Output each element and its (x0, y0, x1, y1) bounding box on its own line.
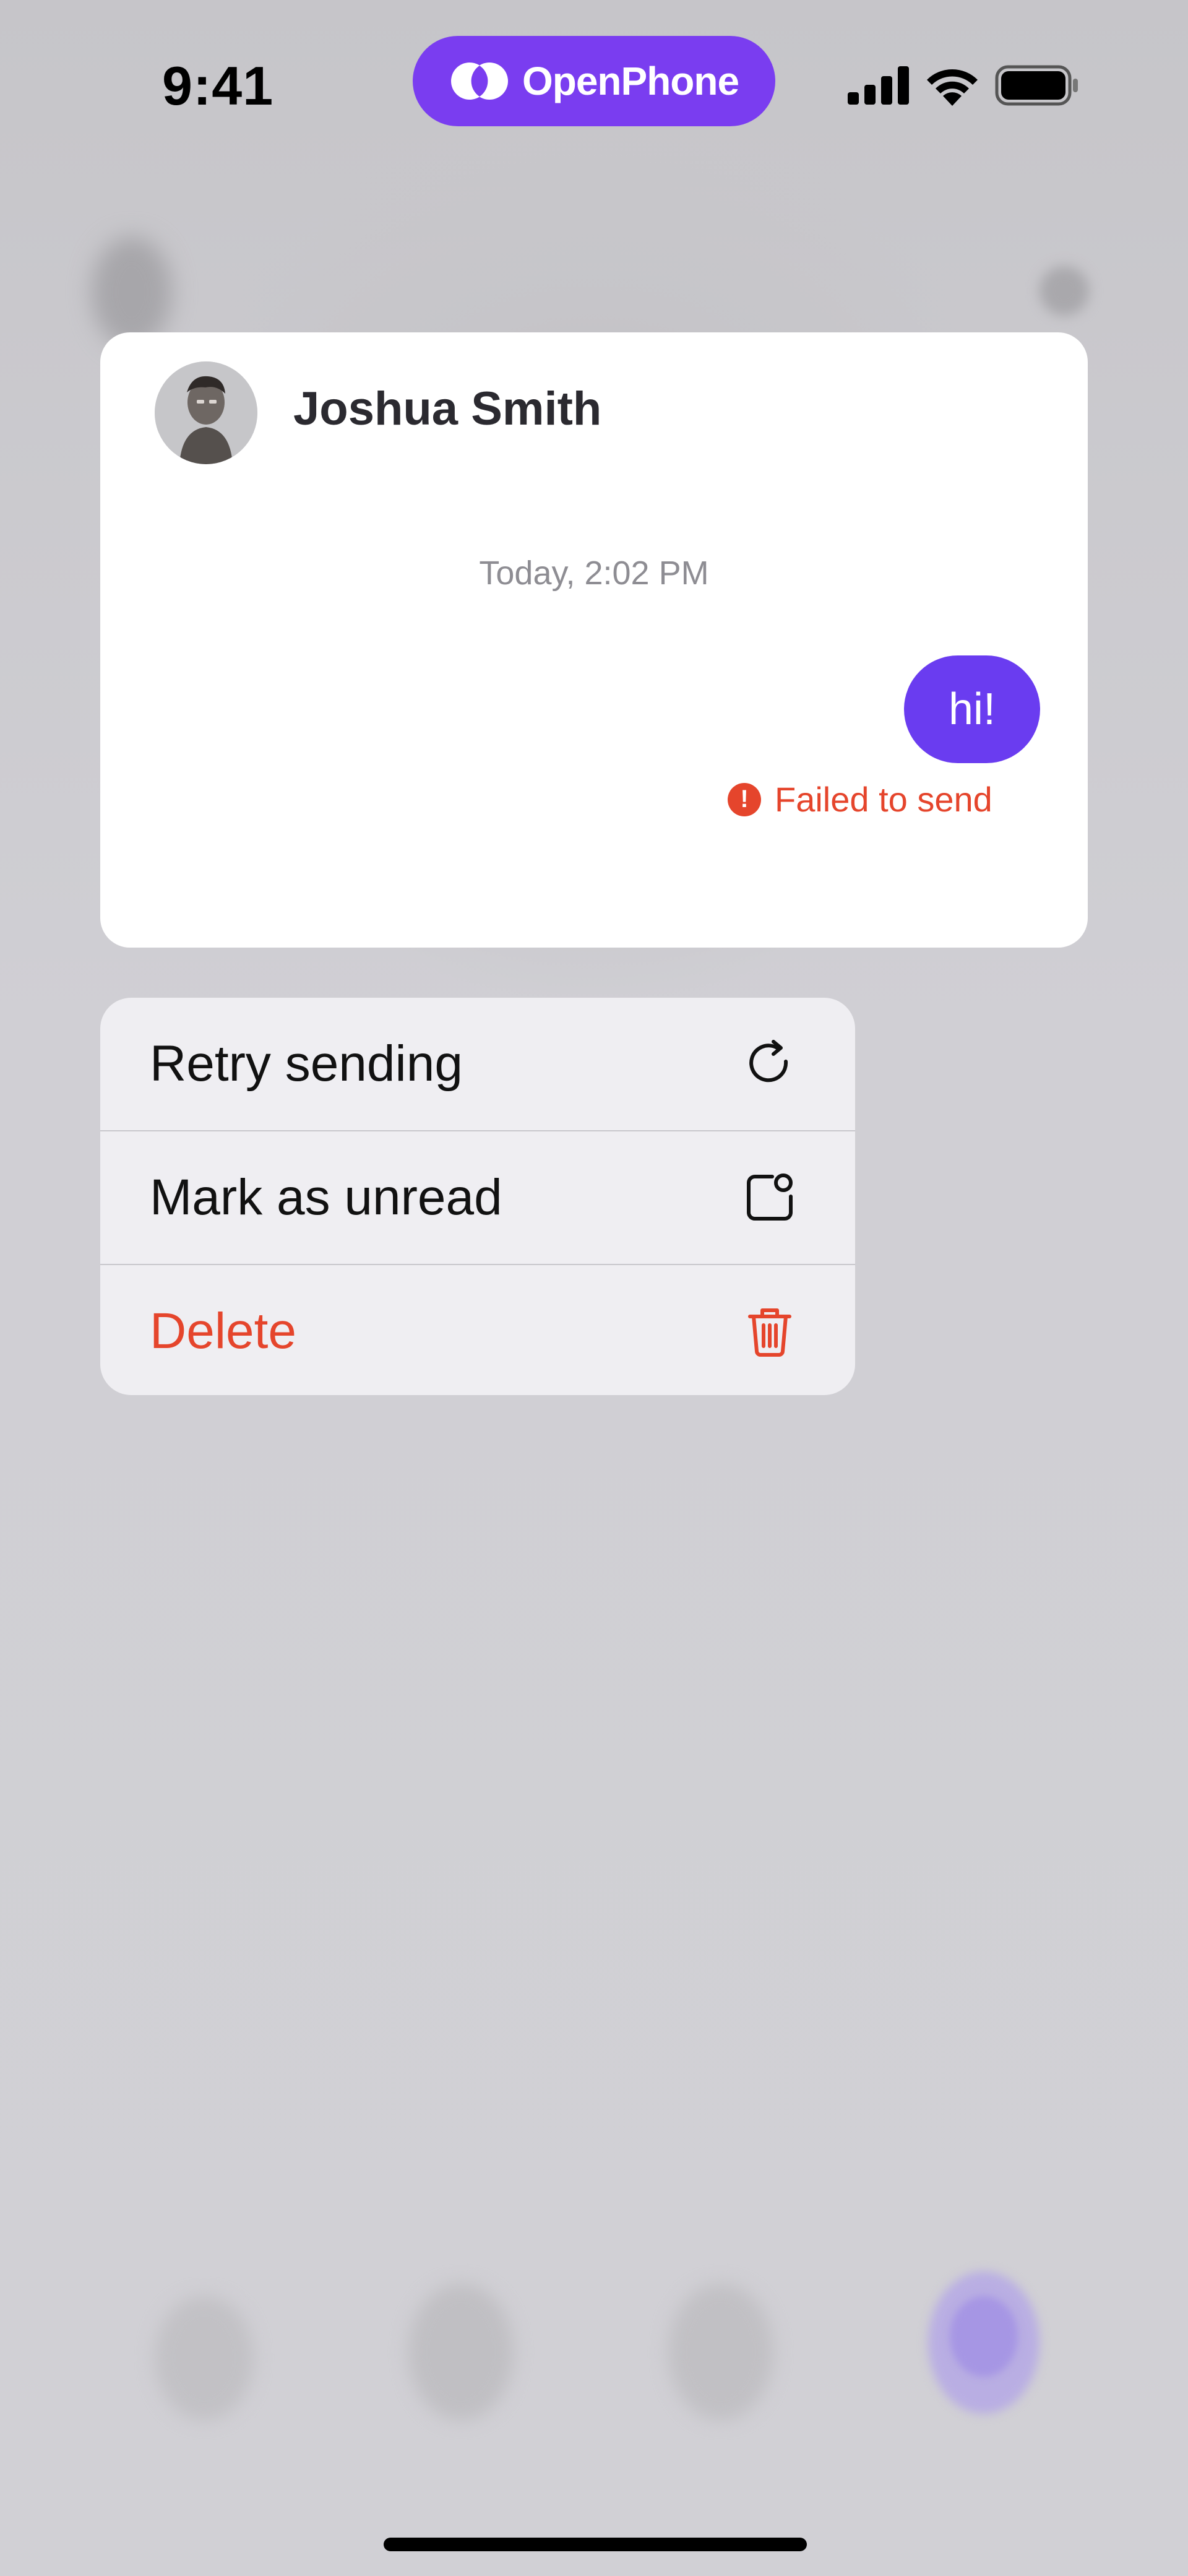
blurred-back-button-shape (92, 236, 172, 348)
status-icons (848, 64, 1079, 109)
avatar (155, 361, 257, 464)
home-indicator[interactable] (384, 2538, 807, 2551)
mark-as-unread-menu-item[interactable]: Mark as unread (100, 1130, 855, 1264)
retry-sending-menu-item[interactable]: Retry sending (100, 998, 855, 1130)
menu-item-label: Delete (150, 1303, 297, 1359)
menu-item-label: Retry sending (150, 1035, 463, 1092)
wifi-icon (924, 65, 980, 109)
blurred-tab-icon (408, 2284, 514, 2420)
trash-icon (740, 1302, 799, 1361)
battery-icon (995, 65, 1079, 109)
mark-unread-icon (740, 1168, 799, 1227)
dynamic-island[interactable]: OpenPhone (413, 36, 775, 126)
contact-name: Joshua Smith (293, 383, 602, 435)
menu-item-label: Mark as unread (150, 1169, 502, 1225)
message-text: hi! (948, 685, 996, 734)
message-timestamp: Today, 2:02 PM (479, 555, 709, 592)
openphone-logo-icon (449, 59, 511, 103)
blurred-tab-icon (155, 2296, 254, 2420)
island-label: OpenPhone (522, 59, 739, 103)
blurred-active-tab-dot (950, 2296, 1018, 2377)
status-time: 9:41 (162, 55, 274, 116)
error-icon: ! (728, 782, 761, 816)
blurred-tab-icon (668, 2284, 773, 2420)
outgoing-message-bubble[interactable]: hi! (904, 655, 1040, 763)
retry-icon (740, 1034, 799, 1094)
delete-menu-item[interactable]: Delete (100, 1264, 855, 1395)
status-bar: 9:41 OpenPhone (0, 0, 1188, 161)
message-preview-card: Joshua Smith Today, 2:02 PM hi! ! Failed… (100, 332, 1088, 948)
blurred-tab-bar (0, 2228, 1188, 2476)
blurred-header-shape (1040, 266, 1089, 316)
context-menu: Retry sending Mark as unread Delete (100, 998, 855, 1395)
failed-status-label: Failed to send (775, 780, 992, 819)
failed-status: ! Failed to send (728, 779, 992, 819)
cellular-signal-icon (848, 66, 910, 108)
